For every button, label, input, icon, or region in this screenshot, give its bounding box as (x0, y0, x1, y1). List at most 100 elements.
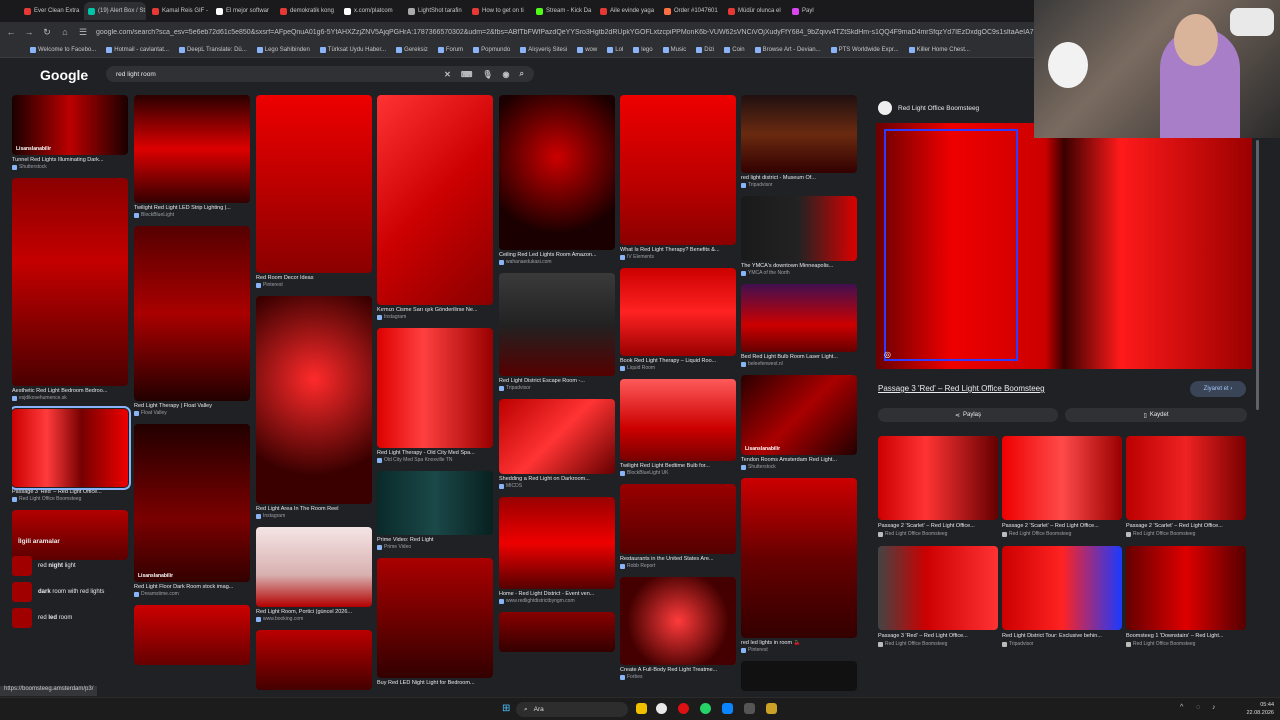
browser-tab[interactable]: (19) Alert Box / St (84, 2, 146, 20)
bookmark-item[interactable]: Killer Home Chest... (908, 46, 970, 53)
bookmark-item[interactable]: lego (633, 46, 653, 53)
image-result-card[interactable]: Home - Red Light District - Event ven...… (499, 497, 615, 604)
image-result-card[interactable]: Twilight Red Light LED Strip Lighting |.… (134, 95, 250, 218)
save-button[interactable]: ▯ Kaydet (1065, 408, 1247, 422)
lens-search-icon[interactable]: ◎ (884, 350, 891, 359)
similar-thumbnail[interactable] (1002, 436, 1122, 520)
result-source[interactable]: MICDS (499, 483, 615, 489)
result-thumbnail[interactable]: Lisanslanabilir (741, 375, 857, 455)
result-source[interactable]: wahanaedukasi.com (499, 259, 615, 265)
similar-title[interactable]: Red Light District Tour: Exclusive behin… (1002, 633, 1122, 639)
result-thumbnail[interactable]: Lisanslanabilir (134, 424, 250, 582)
browser-tab[interactable]: x.com/platcom (340, 2, 402, 20)
result-title[interactable]: Buy Red LED Night Light for Bedroom... (377, 680, 493, 686)
result-thumbnail[interactable] (256, 296, 372, 504)
preview-title[interactable]: Passage 3 'Red' – Red Light Office Booms… (878, 384, 1045, 393)
image-result-card[interactable] (256, 630, 372, 690)
result-thumbnail[interactable] (377, 558, 493, 678)
app-icon[interactable] (722, 703, 733, 714)
result-source[interactable]: BlockBlueLight UK (620, 470, 736, 476)
image-result-card[interactable]: Lisanslanabilir Tendon Rooms Amsterdam Re… (741, 375, 857, 470)
result-thumbnail[interactable] (741, 478, 857, 638)
result-title[interactable]: Bed Red Light Bulb Room Laser Light... (741, 354, 857, 360)
result-thumbnail[interactable] (620, 95, 736, 245)
browser-tab[interactable]: LightShot tarafin (404, 2, 466, 20)
google-logo[interactable]: Google (40, 67, 88, 83)
result-thumbnail[interactable] (256, 630, 372, 690)
result-thumbnail[interactable] (377, 471, 493, 535)
result-source[interactable]: Forbes (620, 674, 736, 680)
result-thumbnail[interactable] (134, 605, 250, 665)
result-source[interactable]: Instagram (377, 314, 493, 320)
mic-icon[interactable]: 🎙 (482, 70, 492, 79)
result-title[interactable]: Red Light District Escape Room -... (499, 378, 615, 384)
result-title[interactable]: red light district - Museum Of... (741, 175, 857, 181)
related-search-item[interactable]: red night light (12, 553, 128, 579)
bookmark-item[interactable]: Forum (437, 46, 463, 53)
result-title[interactable]: Tendon Rooms Amsterdam Red Light... (741, 457, 857, 463)
panel-scrollbar[interactable] (1256, 140, 1259, 410)
result-source[interactable]: IV Elements (620, 254, 736, 260)
browser-tab[interactable]: Müdür olunca el (724, 2, 786, 20)
similar-thumbnail[interactable] (878, 436, 998, 520)
result-thumbnail[interactable] (256, 95, 372, 273)
forward-icon[interactable]: → (24, 27, 34, 37)
home-icon[interactable]: ⌂ (60, 27, 70, 37)
result-thumbnail[interactable] (620, 484, 736, 554)
result-source[interactable]: Liquid Room (620, 365, 736, 371)
result-title[interactable]: red led lights in room 🍒 (741, 640, 857, 646)
app-icon-2[interactable] (766, 703, 777, 714)
preview-image[interactable]: ◎ (876, 123, 1252, 369)
image-result-card[interactable]: Red Light Therapy - Old City Med Spa... O… (377, 328, 493, 463)
result-source[interactable]: Pinterest (741, 647, 857, 653)
result-source[interactable]: Tripadvisor (499, 385, 615, 391)
result-thumbnail[interactable] (499, 95, 615, 250)
result-source[interactable]: Float Valley (134, 410, 250, 416)
result-source[interactable]: beleefenwest.nl (741, 361, 857, 367)
image-result-card[interactable]: Book Red Light Therapy – Liquid Roo... Li… (620, 268, 736, 371)
image-result-card[interactable] (741, 661, 857, 691)
image-result-card[interactable]: Prime Video: Red Light Prime Video (377, 471, 493, 550)
result-title[interactable]: Create A Full-Body Red Light Treatme... (620, 667, 736, 673)
result-thumbnail[interactable] (134, 95, 250, 203)
similar-image-card[interactable]: Passage 2 'Scarlet' – Red Light Office..… (1126, 436, 1246, 537)
result-thumbnail[interactable] (12, 178, 128, 386)
result-title[interactable]: Prime Video: Red Light (377, 537, 493, 543)
reload-icon[interactable]: ↻ (42, 27, 52, 38)
image-result-card[interactable]: Red Light Therapy | Float Valley Float Va… (134, 226, 250, 416)
result-source[interactable]: Shutterstock (741, 464, 857, 470)
file-explorer-icon[interactable] (636, 703, 647, 714)
result-source[interactable]: BlockBlueLight (134, 212, 250, 218)
result-source[interactable]: Instagram (256, 513, 372, 519)
result-source[interactable]: www.redlightdistrictbyngm.com (499, 598, 615, 604)
visit-button[interactable]: Ziyaret et › (1190, 381, 1246, 397)
result-thumbnail[interactable] (741, 95, 857, 173)
image-result-card[interactable]: Restaurants in the United States Are... R… (620, 484, 736, 569)
bookmark-item[interactable]: Browse Art - Devian... (754, 46, 821, 53)
similar-image-card[interactable]: Passage 3 'Red' – Red Light Office... Red… (878, 546, 998, 647)
similar-image-card[interactable]: Boomsteeg 1 'Downstairs' – Red Light... R… (1126, 546, 1246, 647)
bookmark-item[interactable]: Dizi (696, 46, 714, 53)
result-title[interactable]: Home - Red Light District - Event ven... (499, 591, 615, 597)
result-thumbnail[interactable] (741, 196, 857, 261)
result-thumbnail[interactable] (620, 577, 736, 665)
result-source[interactable]: Prime Video (377, 544, 493, 550)
result-thumbnail[interactable] (499, 273, 615, 376)
bookmark-item[interactable]: Popmundo (473, 46, 510, 53)
result-source[interactable]: Red Light Office Boomsteeg (12, 496, 128, 502)
browser-tab[interactable]: Order #1047601 (660, 2, 722, 20)
search-box[interactable]: red light room ✕ ⌨ 🎙 ◉ ⌕ (106, 66, 534, 82)
result-source[interactable]: esjdikovehumence.sk (12, 395, 128, 401)
image-result-card[interactable]: Kırmızı Cisme Sarı ışık Gönderilirse Ne.… (377, 95, 493, 320)
browser-tab[interactable]: Payl (788, 2, 850, 20)
related-search-item[interactable]: dark room with red lights (12, 579, 128, 605)
bookmark-item[interactable]: Welcome to Facebo... (30, 46, 96, 53)
result-thumbnail[interactable] (499, 497, 615, 589)
site-info-icon[interactable]: ☰ (78, 27, 88, 38)
similar-image-card[interactable]: Passage 2 'Scarlet' – Red Light Office..… (1002, 436, 1122, 537)
browser-tab[interactable]: Ever Clean Extra (20, 2, 82, 20)
image-result-card[interactable]: Twilight Red Light Bedtime Bulb for... Bl… (620, 379, 736, 476)
result-thumbnail[interactable] (620, 268, 736, 356)
url-field[interactable]: google.com/search?sca_esv=5e6eb72d61c5e8… (96, 29, 1046, 36)
system-clock[interactable]: 05:44 22.08.2026 (1246, 701, 1274, 717)
